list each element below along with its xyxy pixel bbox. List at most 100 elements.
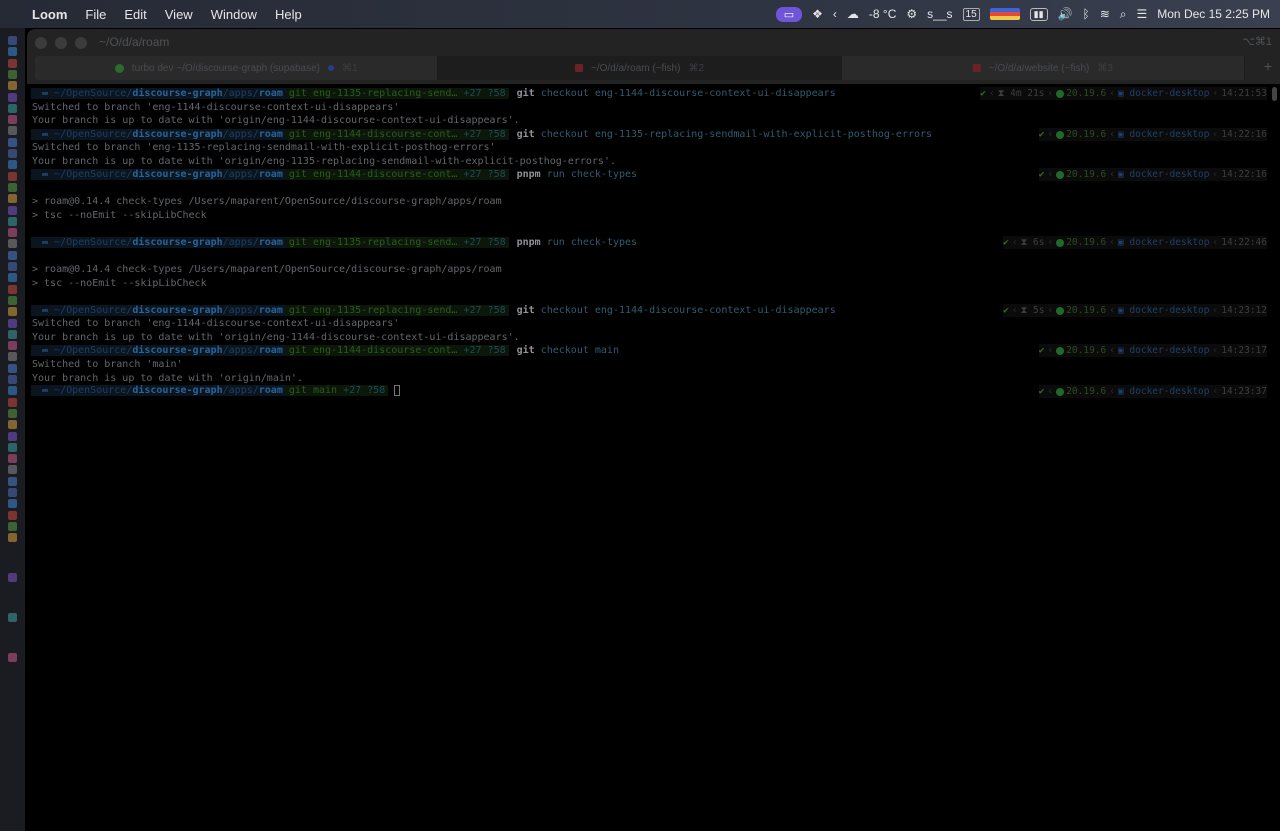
dock-app-icon[interactable] xyxy=(8,499,17,509)
bluetooth-icon[interactable]: ᛒ xyxy=(1083,7,1090,21)
fish-shell-icon xyxy=(574,64,583,72)
control-center-icon[interactable]: ☰ xyxy=(1137,7,1148,21)
dock-app-icon[interactable] xyxy=(8,92,17,102)
command-args: checkout eng-1135-replacing-sendmail-wit… xyxy=(534,129,933,140)
dock-app-icon[interactable] xyxy=(8,262,17,271)
dock-app-icon[interactable] xyxy=(8,397,17,407)
prompt-path: ▬ ~/OpenSource/discourse-graph/apps/roam xyxy=(39,88,286,99)
dock-app-icon[interactable] xyxy=(8,137,17,147)
screen-record-icon[interactable]: ▭ xyxy=(775,6,803,22)
branch-name: eng-1135-replacing-send… xyxy=(312,237,458,248)
git-branch-icon: git xyxy=(288,129,313,140)
dock-app-icon[interactable] xyxy=(8,420,17,430)
dock-app-icon[interactable] xyxy=(8,521,17,531)
dock-app-icon[interactable] xyxy=(8,205,17,215)
dock-app-icon[interactable] xyxy=(8,408,17,418)
dock-app-icon[interactable] xyxy=(8,273,17,283)
output-line: Switched to branch 'eng-1135-replacing-s… xyxy=(32,142,496,153)
path-dir: roam xyxy=(258,88,283,99)
dock-app-icon[interactable] xyxy=(8,228,17,238)
dock-app-icon[interactable] xyxy=(8,442,17,452)
dock-app-icon[interactable] xyxy=(8,465,17,475)
prompt-right: ✔ ‹ 20.19.6 ‹ ▣ docker-desktop ‹ 14:23:17 xyxy=(1038,344,1267,357)
dock-app-icon[interactable] xyxy=(8,171,17,181)
dock-app-icon[interactable] xyxy=(8,653,17,663)
menu-help[interactable]: Help xyxy=(275,7,302,22)
minimize-button[interactable] xyxy=(55,37,67,49)
dock-app-icon[interactable] xyxy=(8,81,17,91)
dock-app-icon[interactable] xyxy=(8,47,17,57)
command-duration: 4m 21s xyxy=(1010,88,1045,99)
dock-app-icon[interactable] xyxy=(8,126,17,136)
separator-icon: ‹ xyxy=(1047,88,1054,99)
prompt-time: 14:22:16 xyxy=(1221,169,1267,180)
dock-app-icon[interactable] xyxy=(8,58,17,68)
dock-app-icon[interactable] xyxy=(8,103,17,113)
dock-app-icon[interactable] xyxy=(8,182,17,192)
dock-app-icon[interactable] xyxy=(8,318,17,328)
scrollbar[interactable] xyxy=(1272,87,1277,101)
dock-app-icon[interactable] xyxy=(8,329,17,339)
dock-app-icon[interactable] xyxy=(8,613,17,623)
close-button[interactable] xyxy=(35,37,47,49)
calendar-icon[interactable]: 15 xyxy=(962,7,980,21)
dock-app-icon[interactable] xyxy=(8,295,17,305)
command-name: git xyxy=(516,345,535,356)
zoom-button[interactable] xyxy=(75,37,87,49)
dock-app-icon[interactable] xyxy=(8,488,17,497)
clock[interactable]: Mon Dec 15 2:25 PM xyxy=(1157,7,1270,21)
weather-icon[interactable]: ☁ xyxy=(847,7,859,21)
command-args: checkout eng-1144-discourse-context-ui-d… xyxy=(534,88,836,99)
dock-app-icon[interactable] xyxy=(8,115,17,125)
prompt-path: ▬ ~/OpenSource/discourse-graph/apps/roam xyxy=(39,237,286,248)
volume-icon[interactable]: 🔊 xyxy=(1058,7,1073,21)
menu-window[interactable]: Window xyxy=(211,7,257,22)
wifi-icon[interactable]: ≋ xyxy=(1100,7,1110,21)
gear-icon[interactable]: ⚙ xyxy=(906,7,917,21)
node-version: 20.19.6 xyxy=(1066,305,1107,316)
flag-icon[interactable] xyxy=(989,8,1020,20)
separator-icon: ‹ xyxy=(1011,305,1018,316)
dock-app-icon[interactable] xyxy=(8,69,17,79)
dock-app-icon[interactable] xyxy=(8,216,17,226)
dock-app-icon[interactable] xyxy=(8,476,17,486)
node-version: 20.19.6 xyxy=(1066,345,1107,356)
app-menu[interactable]: Loom xyxy=(32,7,67,22)
dock-app-icon[interactable] xyxy=(8,386,17,396)
dock-app-icon[interactable] xyxy=(8,352,17,362)
dock-app-icon[interactable] xyxy=(8,307,17,317)
search-icon[interactable]: ⌕ xyxy=(1120,7,1127,22)
chevron-left-icon[interactable]: ‹ xyxy=(833,7,837,21)
new-tab-button[interactable]: + xyxy=(1264,58,1272,74)
dock-app-icon[interactable] xyxy=(8,160,17,170)
path-mid: /apps/ xyxy=(222,88,259,99)
dock-app-icon[interactable] xyxy=(8,454,17,464)
menu-view[interactable]: View xyxy=(165,7,193,22)
dock-app-icon[interactable] xyxy=(8,284,17,294)
dock-app-icon[interactable] xyxy=(8,341,17,351)
tab-roam[interactable]: ~/O/d/a/roam (~fish) ⌘2 xyxy=(438,56,842,80)
dock-app-icon[interactable] xyxy=(8,533,17,543)
menu-edit[interactable]: Edit xyxy=(124,7,146,22)
node-icon xyxy=(1056,346,1065,355)
folder-icon: ▬ xyxy=(42,169,55,180)
weather-temperature[interactable]: -8 °C xyxy=(869,7,896,21)
dock-app-icon[interactable] xyxy=(8,194,17,204)
dock-app-icon[interactable] xyxy=(8,431,17,441)
user-label[interactable]: s__s xyxy=(927,7,952,21)
dock-app-icon[interactable] xyxy=(8,363,17,373)
tab-turbo-dev[interactable]: turbo dev ~/O/discourse-graph (supabase)… xyxy=(35,56,439,80)
kube-context: docker-desktop xyxy=(1129,237,1210,248)
dropbox-icon[interactable]: ❖ xyxy=(812,7,823,21)
battery-icon[interactable]: ▮▮ xyxy=(1029,7,1048,21)
dock-app-icon[interactable] xyxy=(8,239,17,249)
dock-app-icon[interactable] xyxy=(8,573,17,583)
dock-app-icon[interactable] xyxy=(8,375,17,384)
dock-app-icon[interactable] xyxy=(8,250,17,260)
tab-website[interactable]: ~/O/d/a/website (~fish) ⌘3 xyxy=(841,56,1245,80)
path-dir: roam xyxy=(258,385,283,396)
dock-app-icon[interactable] xyxy=(8,36,17,45)
dock-app-icon[interactable] xyxy=(8,149,17,158)
menu-file[interactable]: File xyxy=(85,7,106,22)
dock-app-icon[interactable] xyxy=(8,510,17,520)
